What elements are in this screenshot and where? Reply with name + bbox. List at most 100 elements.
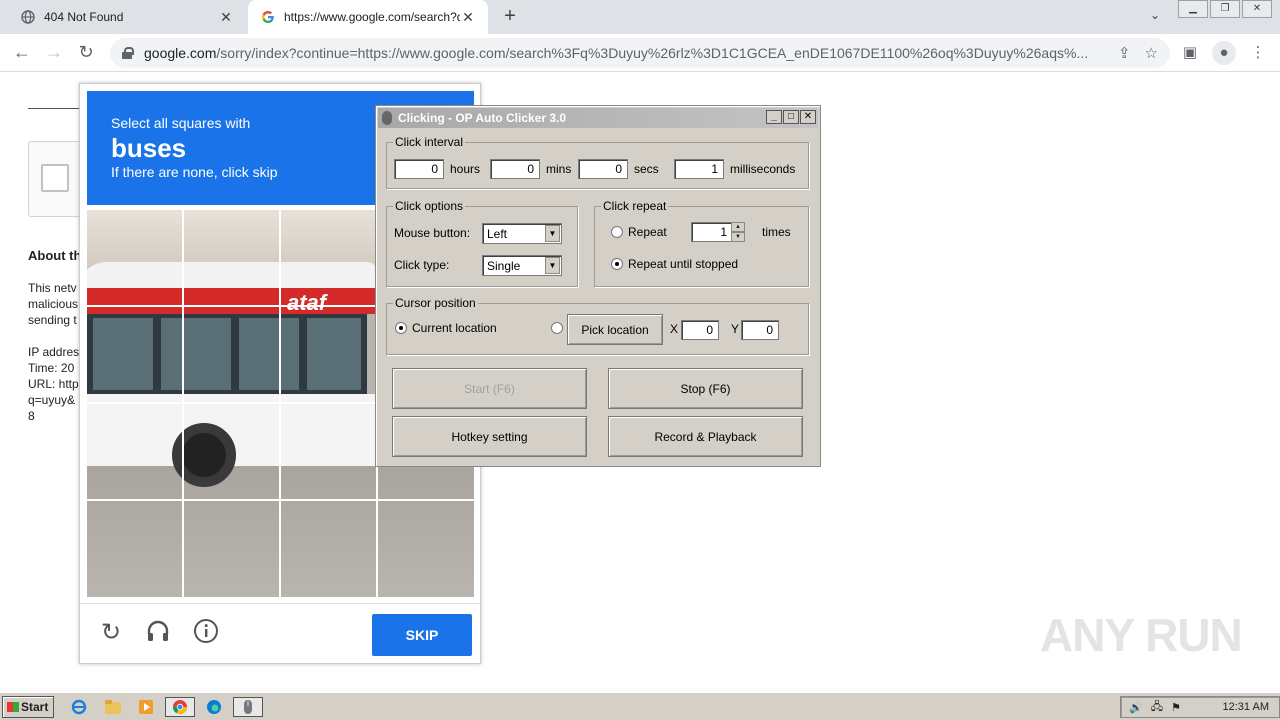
auto-clicker-taskbar-icon[interactable] xyxy=(233,697,263,717)
group-legend: Click interval xyxy=(393,135,466,149)
x-coordinate-input[interactable]: 0 xyxy=(681,320,719,340)
url-line: 8 xyxy=(28,409,35,423)
spin-up-icon[interactable]: ▲ xyxy=(731,222,745,232)
minimize-button[interactable]: _ xyxy=(766,110,782,124)
milliseconds-label: milliseconds xyxy=(730,162,796,176)
recaptcha-checkbox[interactable] xyxy=(41,164,69,192)
dropdown-arrow-icon[interactable]: ▼ xyxy=(545,257,560,274)
chrome-taskbar-icon[interactable] xyxy=(165,697,195,717)
group-legend: Click options xyxy=(393,199,466,213)
new-tab-button[interactable]: + xyxy=(498,5,522,29)
click-options-group: Click options Mouse button: Left ▼ Click… xyxy=(386,199,578,287)
repeat-spinner[interactable]: ▲ ▼ xyxy=(731,222,745,242)
cursor-position-group: Cursor position Current location Pick lo… xyxy=(386,296,809,355)
url-domain: google.com xyxy=(144,45,217,61)
flag-icon[interactable]: ⚑ xyxy=(1171,701,1181,714)
click-type-value: Single xyxy=(487,259,521,273)
url-path: /sorry/index?continue=https://www.google… xyxy=(216,45,1089,61)
stop-button[interactable]: Stop (F6) xyxy=(608,368,803,409)
media-player-icon[interactable] xyxy=(135,697,157,717)
repeat-until-stopped-radio[interactable] xyxy=(611,258,623,270)
close-window-button[interactable]: ✕ xyxy=(800,110,816,124)
click-interval-group: Click interval 0 hours 0 mins 0 secs 1 m… xyxy=(386,135,809,189)
windows-logo-icon xyxy=(7,702,19,712)
reload-icon[interactable]: ↻ xyxy=(74,41,98,65)
pick-location-radio[interactable] xyxy=(551,322,563,334)
auto-clicker-window: Clicking - OP Auto Clicker 3.0 _ □ ✕ Cli… xyxy=(375,105,821,467)
repeat-count-input[interactable]: 1 xyxy=(691,222,733,242)
hotkey-setting-button[interactable]: Hotkey setting xyxy=(392,416,587,457)
minimize-button[interactable]: ▁ xyxy=(1178,0,1208,18)
tab-404[interactable]: 404 Not Found ✕ xyxy=(8,0,246,34)
mouse-button-select[interactable]: Left ▼ xyxy=(482,223,562,244)
lock-icon[interactable] xyxy=(122,47,134,59)
pick-location-button[interactable]: Pick location xyxy=(567,314,663,345)
y-coordinate-input[interactable]: 0 xyxy=(741,320,779,340)
maximize-button[interactable]: □ xyxy=(783,110,799,124)
repeat-radio[interactable] xyxy=(611,226,623,238)
close-window-button[interactable]: ✕ xyxy=(1242,0,1272,18)
x-label: X xyxy=(670,322,679,336)
milliseconds-input[interactable]: 1 xyxy=(674,159,724,179)
about-text-line: malicious xyxy=(28,297,79,311)
start-button[interactable]: Start (F6) xyxy=(392,368,587,409)
current-location-label: Current location xyxy=(412,321,497,335)
edge-icon[interactable] xyxy=(203,697,225,717)
click-type-select[interactable]: Single ▼ xyxy=(482,255,562,276)
forward-arrow-icon[interactable]: → xyxy=(42,41,66,65)
headphones-icon[interactable] xyxy=(143,618,173,648)
profile-avatar-icon[interactable]: ● xyxy=(1212,41,1236,65)
network-icon[interactable]: 🖧 xyxy=(1151,698,1163,717)
dropdown-arrow-icon[interactable]: ▼ xyxy=(545,225,560,242)
share-icon[interactable]: ⇪ xyxy=(1118,44,1131,62)
clock[interactable]: 12:31 AM xyxy=(1223,701,1269,713)
volume-icon[interactable]: 🔊 xyxy=(1129,701,1143,714)
system-tray: 🔊 🖧 ⚑ 12:31 AM xyxy=(1120,696,1280,718)
mins-input[interactable]: 0 xyxy=(490,159,540,179)
restore-button[interactable]: ❐ xyxy=(1210,0,1240,18)
file-explorer-icon[interactable] xyxy=(102,697,124,717)
mouse-icon xyxy=(382,111,392,125)
google-icon xyxy=(260,9,276,25)
mouse-button-label: Mouse button: xyxy=(394,226,471,240)
click-type-label: Click type: xyxy=(394,258,450,272)
spin-down-icon[interactable]: ▼ xyxy=(731,232,745,242)
url-line: URL: http xyxy=(28,377,79,391)
tab-google-search[interactable]: https://www.google.com/search?q= ✕ xyxy=(248,0,488,34)
record-playback-button[interactable]: Record & Playback xyxy=(608,416,803,457)
close-tab-icon[interactable]: ✕ xyxy=(460,9,476,26)
hours-input[interactable]: 0 xyxy=(394,159,444,179)
ip-address-line: IP addres xyxy=(28,345,80,359)
side-panel-icon[interactable]: ▣ xyxy=(1178,41,1202,65)
url-text: google.com/sorry/index?continue=https://… xyxy=(144,45,1110,61)
mins-label: mins xyxy=(546,162,572,176)
anyrun-watermark: ANY RUN xyxy=(1040,609,1243,661)
window-titlebar[interactable]: Clicking - OP Auto Clicker 3.0 _ □ ✕ xyxy=(378,108,818,128)
back-arrow-icon[interactable]: ← xyxy=(10,41,34,65)
menu-dots-icon[interactable]: ⋮ xyxy=(1246,41,1270,65)
close-tab-icon[interactable]: ✕ xyxy=(218,9,234,26)
internet-explorer-icon[interactable] xyxy=(68,697,90,717)
times-label: times xyxy=(762,225,791,239)
about-text-line: sending t xyxy=(28,313,77,327)
secs-input[interactable]: 0 xyxy=(578,159,628,179)
hours-label: hours xyxy=(450,162,481,176)
group-legend: Cursor position xyxy=(393,296,478,310)
click-repeat-group: Click repeat Repeat 1 ▲ ▼ times Repeat u… xyxy=(594,199,809,287)
window-controls: ▁ ❐ ✕ xyxy=(1176,0,1272,18)
star-icon[interactable]: ☆ xyxy=(1145,44,1158,62)
group-legend: Click repeat xyxy=(601,199,669,213)
browser-toolbar: ← → ↻ google.com/sorry/index?continue=ht… xyxy=(0,34,1280,72)
taskbar: Start 🔊 🖧 ⚑ 12:31 AM xyxy=(0,692,1280,720)
url-line: q=uyuy& xyxy=(28,393,76,407)
about-text-line: This netv xyxy=(28,281,77,295)
current-location-radio[interactable] xyxy=(395,322,407,334)
start-button[interactable]: Start xyxy=(2,696,54,718)
chevron-down-icon[interactable]: ⌄ xyxy=(1150,8,1160,22)
skip-button[interactable]: SKIP xyxy=(372,614,472,656)
repeat-label: Repeat xyxy=(628,225,667,239)
reload-icon[interactable]: ↻ xyxy=(96,618,126,648)
info-icon[interactable] xyxy=(191,618,221,648)
window-title: Clicking - OP Auto Clicker 3.0 xyxy=(398,111,567,125)
address-bar[interactable]: google.com/sorry/index?continue=https://… xyxy=(110,38,1170,68)
